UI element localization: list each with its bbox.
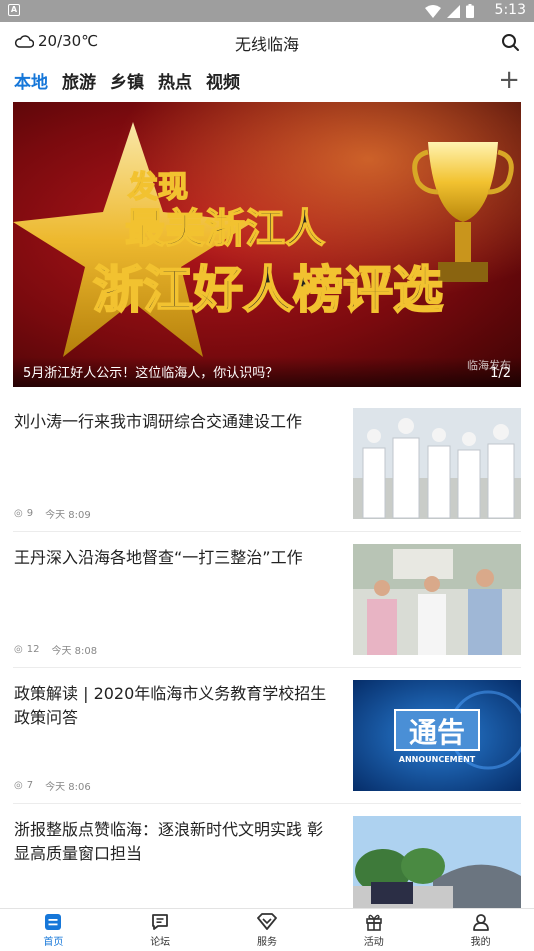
- view-count: 12: [26, 644, 40, 655]
- nav-home[interactable]: 首页: [0, 909, 107, 951]
- news-title: 浙报整版点赞临海：逐浪新时代文明实践 彰显高质量窗口担当: [14, 820, 324, 863]
- banner-caption: 5月浙江好人公示！这位临海人，你认识吗？: [23, 366, 279, 381]
- signal-icon: [447, 4, 460, 18]
- wifi-icon: [425, 4, 441, 18]
- tab-local[interactable]: 本地: [14, 68, 48, 93]
- tab-travel[interactable]: 旅游: [62, 68, 96, 93]
- news-item[interactable]: 刘小涛一行来我市调研综合交通建设工作 ◎ 9 今天 8:09: [13, 396, 521, 532]
- views-icon: ◎: [14, 508, 23, 519]
- add-channel-icon[interactable]: +: [498, 67, 520, 93]
- status-icons: [425, 4, 474, 18]
- nav-profile-label: 我的: [470, 936, 491, 948]
- view-count: 9: [26, 508, 34, 519]
- publish-time: 今天 8:08: [51, 646, 98, 657]
- news-meta: ◎ 12 今天 8:08: [14, 642, 97, 657]
- page-title: 无线临海: [234, 35, 299, 54]
- forum-icon: [152, 913, 169, 930]
- nav-service-label: 服务: [256, 936, 277, 948]
- news-item[interactable]: 政策解读 | 2020年临海市义务教育学校招生政策问答 ◎ 7 今天 8:06 …: [13, 668, 521, 804]
- views-icon: ◎: [14, 644, 23, 655]
- channel-tabs: 本地 旅游 乡镇 热点 视频: [14, 68, 240, 93]
- user-icon: [472, 913, 489, 931]
- tab-hot[interactable]: 热点: [158, 68, 192, 93]
- search-icon[interactable]: [500, 32, 520, 52]
- status-time: 5:13: [494, 2, 526, 18]
- notification-icon: A: [8, 4, 20, 16]
- nav-forum[interactable]: 论坛: [107, 909, 214, 951]
- publish-time: 今天 8:09: [45, 510, 91, 521]
- views-icon: ◎: [14, 780, 23, 791]
- news-title: 刘小涛一行来我市调研综合交通建设工作: [14, 412, 303, 431]
- bottom-nav: 首页 论坛 服务 活动 我的: [0, 908, 534, 951]
- news-item[interactable]: 王丹深入沿海各地督查“一打三整治”工作 ◎ 12 今天 8:08: [13, 532, 521, 668]
- thumb-title: 通告: [409, 716, 465, 749]
- tab-towns[interactable]: 乡镇: [110, 68, 144, 93]
- home-icon: [45, 913, 62, 930]
- nav-forum-label: 论坛: [150, 936, 171, 948]
- news-title: 王丹深入沿海各地督查“一打三整治”工作: [14, 548, 303, 567]
- app-header: 20/30℃ 无线临海: [0, 22, 534, 62]
- battery-icon: [466, 4, 474, 18]
- nav-activity[interactable]: 活动: [320, 909, 427, 951]
- banner-line2: 最美浙江人: [125, 206, 325, 252]
- banner-pager: 1/2: [490, 366, 511, 381]
- banner-line3: 浙江好人榜评选: [93, 261, 443, 319]
- nav-profile[interactable]: 我的: [427, 909, 534, 951]
- news-thumbnail: [353, 544, 521, 655]
- news-title: 政策解读 | 2020年临海市义务教育学校招生政策问答: [14, 684, 327, 727]
- news-list: 刘小涛一行来我市调研综合交通建设工作 ◎ 9 今天 8:09 王丹深入沿海各地督…: [0, 396, 534, 940]
- status-bar: A 5:13: [0, 0, 534, 22]
- tab-video[interactable]: 视频: [206, 68, 240, 93]
- banner-line1: 发现: [127, 170, 188, 205]
- news-thumbnail: [353, 408, 521, 519]
- nav-activity-label: 活动: [363, 936, 384, 948]
- thumb-subtitle: ANNOUNCEMENT: [399, 755, 476, 764]
- news-meta: ◎ 9 今天 8:09: [14, 506, 91, 521]
- nav-service[interactable]: 服务: [214, 909, 321, 951]
- service-icon: [257, 912, 277, 930]
- publish-time: 今天 8:06: [45, 782, 91, 793]
- view-count: 7: [26, 780, 34, 791]
- nav-home-label: 首页: [43, 936, 64, 948]
- news-thumbnail: 通告 ANNOUNCEMENT: [353, 680, 521, 791]
- gift-icon: [365, 914, 382, 931]
- banner-artwork: 发现 最美浙江人 浙江好人榜评选: [13, 102, 521, 387]
- banner-carousel[interactable]: 发现 最美浙江人 浙江好人榜评选 临海发布 5月浙江好人公示！这位临海人，你认识…: [13, 102, 521, 387]
- news-meta: ◎ 7 今天 8:06: [14, 778, 91, 793]
